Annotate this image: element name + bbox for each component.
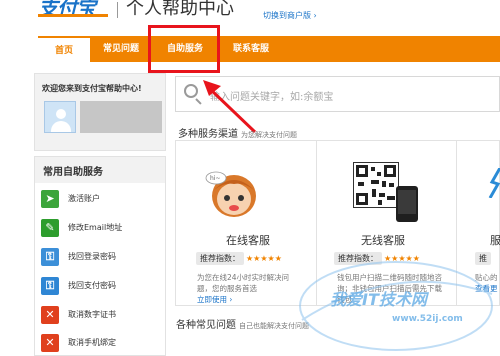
highlight-box	[148, 25, 220, 73]
sidebar-item-pay-password[interactable]: ⚿ 找回支付密码	[41, 275, 165, 297]
self-service-title: 常用自助服务	[43, 167, 103, 178]
sidebar-item-activate[interactable]: ➤ 激活账户	[41, 188, 165, 210]
online-service-desc: 为您在线24小时实时解决问题，您的服务首选 立即使用 ›	[197, 273, 290, 304]
online-service-rating: 推荐指数： ★★★★★	[196, 252, 282, 266]
services-title: 多种服务渠道 为您解决支付问题	[178, 129, 297, 140]
key-icon: ⚿	[41, 248, 59, 266]
sidebar-item-label: 取消数字证书	[68, 310, 116, 319]
blurred-username	[80, 101, 162, 133]
sidebar-item-email[interactable]: ✎ 修改Email地址	[41, 217, 165, 239]
alipay-logo[interactable]: 支付宝	[38, 0, 108, 20]
welcome-text: 欢迎您来到支付宝帮助中心!	[42, 84, 142, 93]
logo-underline	[38, 14, 108, 17]
wireless-service-name: 无线客服	[361, 234, 405, 247]
avatar-head	[56, 109, 66, 119]
avatar[interactable]	[44, 101, 76, 133]
sidebar-item-cancel-phone[interactable]: ✕ 取消手机绑定	[41, 332, 165, 354]
activate-icon: ➤	[41, 190, 59, 208]
faq-title: 各种常见问题 自己也能解决支付问题	[176, 320, 309, 331]
sidebar-item-cancel-cert[interactable]: ✕ 取消数字证书	[41, 304, 165, 326]
watermark-url: www.52ij.com	[392, 314, 463, 324]
phone-icon	[396, 186, 418, 222]
online-service-avatar-icon: hi~	[205, 171, 256, 217]
sidebar-item-login-password[interactable]: ⚿ 找回登录密码	[41, 246, 165, 268]
cancel-cert-icon: ✕	[41, 306, 59, 324]
nav-item-faq[interactable]: 常见问题	[90, 36, 152, 62]
email-icon: ✎	[41, 219, 59, 237]
nav-item-home[interactable]: 首页	[38, 36, 90, 62]
watermark-text: 我爱IT技术网	[330, 290, 427, 309]
partial-illustration-icon	[488, 168, 500, 198]
qr-code-icon	[353, 162, 399, 208]
third-service-name: 服	[490, 234, 500, 247]
sidebar-item-label: 找回登录密码	[68, 252, 116, 261]
svg-text:hi~: hi~	[210, 175, 221, 182]
nav-item-contact[interactable]: 联系客服	[218, 36, 284, 62]
sidebar-item-label: 找回支付密码	[68, 281, 116, 290]
sidebar-item-label: 修改Email地址	[68, 223, 123, 232]
title-divider	[117, 2, 118, 18]
page-title: 个人帮助中心	[126, 0, 234, 19]
sidebar-item-label: 取消手机绑定	[68, 338, 116, 347]
online-service-name: 在线客服	[226, 234, 270, 247]
pay-key-icon: ⚿	[41, 277, 59, 295]
avatar-body	[51, 121, 71, 132]
cancel-phone-icon: ✕	[41, 334, 59, 352]
use-now-link[interactable]: 立即使用 ›	[197, 295, 232, 304]
sidebar-item-label: 激活账户	[68, 194, 100, 203]
switch-to-merchant-link[interactable]: 切换到商户版 ›	[263, 10, 317, 21]
